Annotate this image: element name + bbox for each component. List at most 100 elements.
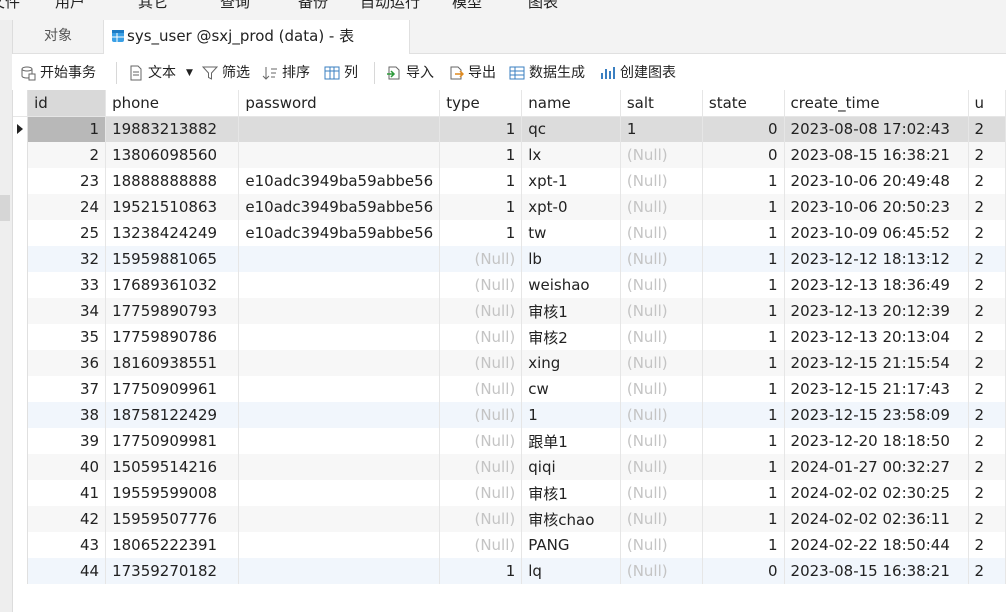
column-header-u[interactable]: u [968, 90, 1006, 117]
cell-type[interactable]: 1 [439, 558, 523, 584]
cell-u[interactable]: 2 [968, 532, 1006, 558]
cell-id[interactable]: 44 [27, 558, 107, 584]
cell-u[interactable]: 2 [968, 220, 1006, 246]
table-row[interactable]: 36 18160938551 (Null) xing (Null) 1 2023-12-15… [13, 350, 1006, 376]
cell-phone[interactable]: 17759890786 [105, 324, 240, 350]
column-header-state[interactable]: state [702, 90, 785, 117]
cell-state[interactable]: 1 [702, 454, 785, 480]
table-row[interactable]: 44 17359270182 1 lq (Null) 0 2023-08-15 16:38:… [13, 558, 1006, 584]
cell-name[interactable]: xpt-0 [521, 194, 621, 220]
cell-state[interactable]: 1 [702, 324, 785, 350]
cell-state[interactable]: 1 [702, 480, 785, 506]
menu-user[interactable]: 用户 [55, 0, 85, 12]
cell-u[interactable]: 2 [968, 558, 1006, 584]
cell-create-time[interactable]: 2024-02-02 02:36:11 [784, 506, 969, 532]
cell-id[interactable]: 1 [27, 116, 107, 142]
row-selector[interactable] [13, 220, 29, 246]
cell-name[interactable]: lx [521, 142, 621, 168]
cell-password[interactable] [238, 558, 441, 584]
cell-phone[interactable]: 18758122429 [105, 402, 240, 428]
cell-phone[interactable]: 18065222391 [105, 532, 240, 558]
cell-id[interactable]: 38 [27, 402, 107, 428]
cell-id[interactable]: 24 [27, 194, 107, 220]
cell-u[interactable]: 2 [968, 116, 1006, 142]
row-selector[interactable] [13, 506, 29, 532]
table-row[interactable]: 32 15959881065 (Null) lb (Null) 1 2023-12-12 1… [13, 246, 1006, 272]
cell-create-time[interactable]: 2024-02-22 18:50:44 [784, 532, 969, 558]
row-selector[interactable] [13, 246, 29, 272]
cell-salt[interactable]: (Null) [620, 402, 703, 428]
cell-password[interactable]: e10adc3949ba59abbe56 [238, 220, 441, 246]
cell-name[interactable]: 跟单1 [521, 428, 621, 454]
cell-u[interactable]: 2 [968, 506, 1006, 532]
cell-type[interactable]: 1 [439, 142, 523, 168]
row-selector[interactable] [13, 324, 29, 350]
row-selector[interactable] [13, 142, 29, 168]
cell-phone[interactable]: 13806098560 [105, 142, 240, 168]
table-row[interactable]: 33 17689361032 (Null) weishao (Null) 1 2023-12… [13, 272, 1006, 298]
cell-id[interactable]: 23 [27, 168, 107, 194]
cell-type[interactable]: (Null) [439, 272, 523, 298]
cell-salt[interactable]: (Null) [620, 272, 703, 298]
column-header-phone[interactable]: phone [105, 90, 240, 117]
cell-password[interactable] [238, 402, 441, 428]
cell-password[interactable] [238, 454, 441, 480]
menu-backup[interactable]: 备份 [298, 0, 328, 12]
cell-id[interactable]: 2 [27, 142, 107, 168]
cell-type[interactable]: 1 [439, 168, 523, 194]
cell-salt[interactable]: (Null) [620, 220, 703, 246]
cell-state[interactable]: 0 [702, 142, 785, 168]
cell-password[interactable] [238, 272, 441, 298]
cell-u[interactable]: 2 [968, 480, 1006, 506]
table-row[interactable]: 2 13806098560 1 lx (Null) 0 2023-08-15 16:38:2… [13, 142, 1006, 168]
cell-password[interactable] [238, 298, 441, 324]
menu-file[interactable]: 文件 [0, 0, 20, 12]
cell-type[interactable]: 1 [439, 116, 523, 142]
cell-phone[interactable]: 19559599008 [105, 480, 240, 506]
cell-id[interactable]: 37 [27, 376, 107, 402]
row-selector[interactable] [13, 272, 29, 298]
cell-name[interactable]: qiqi [521, 454, 621, 480]
cell-name[interactable]: 1 [521, 402, 621, 428]
cell-type[interactable]: (Null) [439, 402, 523, 428]
cell-id[interactable]: 42 [27, 506, 107, 532]
cell-type[interactable]: (Null) [439, 428, 523, 454]
table-row[interactable]: 39 17750909981 (Null) 跟单1 (Null) 1 2023-12-20 … [13, 428, 1006, 454]
cell-name[interactable]: 审核chao [521, 506, 621, 532]
cell-salt[interactable]: (Null) [620, 142, 703, 168]
table-row[interactable]: 24 19521510863 e10adc3949ba59abbe56 1 xpt-0(… [13, 194, 1006, 220]
cell-state[interactable]: 1 [702, 298, 785, 324]
cell-state[interactable]: 1 [702, 532, 785, 558]
table-row[interactable]: 1 19883213882 1 qc 1 0 2023-08-08 17:02:43 2 [13, 116, 1006, 142]
cell-u[interactable]: 2 [968, 142, 1006, 168]
cell-create-time[interactable]: 2023-08-15 16:38:21 [784, 558, 969, 584]
cell-u[interactable]: 2 [968, 454, 1006, 480]
cell-state[interactable]: 0 [702, 116, 785, 142]
cell-salt[interactable]: (Null) [620, 324, 703, 350]
cell-u[interactable]: 2 [968, 402, 1006, 428]
cell-phone[interactable]: 19883213882 [105, 116, 240, 142]
cell-phone[interactable]: 19521510863 [105, 194, 240, 220]
cell-password[interactable]: e10adc3949ba59abbe56 [238, 194, 441, 220]
menu-query[interactable]: 查询 [220, 0, 250, 12]
cell-phone[interactable]: 18888888888 [105, 168, 240, 194]
cell-name[interactable]: qc [521, 116, 621, 142]
row-selector[interactable] [13, 194, 29, 220]
cell-type[interactable]: (Null) [439, 454, 523, 480]
panel-splitter-handle[interactable] [0, 195, 10, 221]
cell-salt[interactable]: (Null) [620, 506, 703, 532]
menu-automation[interactable]: 自动运行 [360, 0, 420, 12]
cell-state[interactable]: 1 [702, 376, 785, 402]
cell-id[interactable]: 32 [27, 246, 107, 272]
cell-create-time[interactable]: 2024-01-27 00:32:27 [784, 454, 969, 480]
cell-type[interactable]: (Null) [439, 324, 523, 350]
row-selector[interactable] [13, 480, 29, 506]
cell-phone[interactable]: 17359270182 [105, 558, 240, 584]
cell-phone[interactable]: 15959507776 [105, 506, 240, 532]
cell-name[interactable]: weishao [521, 272, 621, 298]
cell-state[interactable]: 1 [702, 350, 785, 376]
column-header-create-time[interactable]: create_time [784, 90, 969, 117]
cell-id[interactable]: 34 [27, 298, 107, 324]
cell-id[interactable]: 33 [27, 272, 107, 298]
cell-name[interactable]: lb [521, 246, 621, 272]
